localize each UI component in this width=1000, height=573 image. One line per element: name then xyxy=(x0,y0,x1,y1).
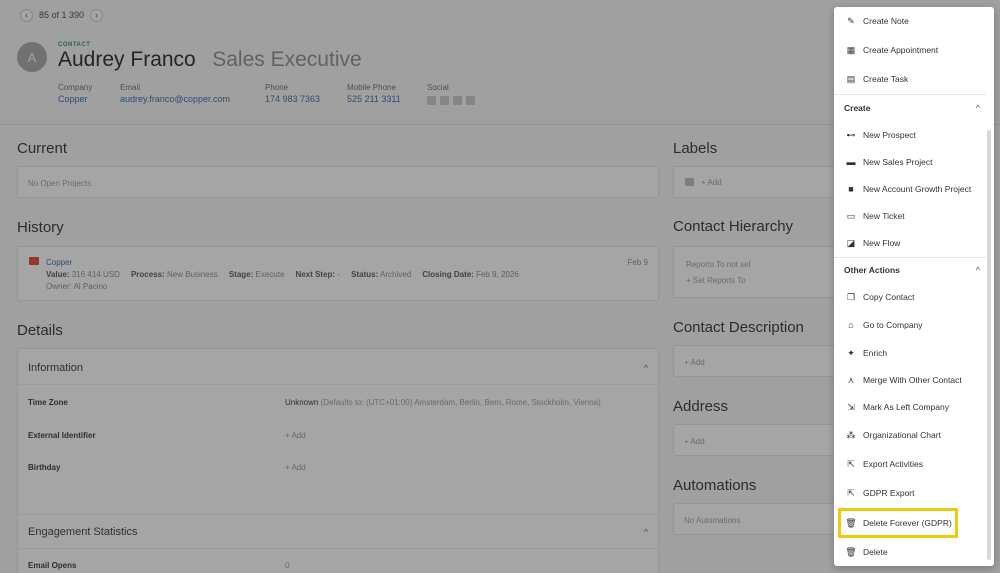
merge-contact-item[interactable]: ⋏ Merge With Other Contact xyxy=(834,370,984,390)
new-account-growth-project-item[interactable]: ■ New Account Growth Project xyxy=(834,179,984,199)
copy-icon: ❐ xyxy=(846,291,856,302)
org-chart-item[interactable]: ⁂ Organizational Chart xyxy=(834,425,984,445)
export-icon: ⇱ xyxy=(847,487,855,498)
home-icon: ⌂ xyxy=(848,319,854,330)
new-prospect-item[interactable]: ⊷ New Prospect xyxy=(834,125,984,145)
merge-icon: ⋏ xyxy=(847,374,855,385)
export-icon: ⇱ xyxy=(847,458,855,469)
left-company-icon: ⇲ xyxy=(847,401,855,412)
highlight-box xyxy=(838,508,958,538)
enrich-icon: ✦ xyxy=(847,347,855,358)
enrich-item[interactable]: ✦ Enrich xyxy=(834,343,984,363)
create-group-header[interactable]: Create ^ xyxy=(834,98,984,118)
flow-icon: ◪ xyxy=(846,237,856,248)
calendar-icon: ▦ xyxy=(846,44,856,55)
go-to-company-item[interactable]: ⌂ Go to Company xyxy=(834,315,984,335)
org-chart-icon: ⁂ xyxy=(846,429,856,440)
create-task-item[interactable]: ▤ Create Task xyxy=(834,69,984,89)
copy-contact-item[interactable]: ❐ Copy Contact xyxy=(834,287,984,307)
briefcase-icon: ■ xyxy=(848,183,854,194)
export-activities-item[interactable]: ⇱ Export Activities xyxy=(834,454,984,474)
wallet-icon: ▬ xyxy=(846,156,856,167)
other-actions-group-header[interactable]: Other Actions ^ xyxy=(834,260,984,280)
chevron-up-icon: ^ xyxy=(975,265,980,275)
actions-menu: ✎ Create Note ▦ Create Appointment ▤ Create… xyxy=(834,7,994,566)
new-ticket-item[interactable]: ▭ New Ticket xyxy=(834,206,984,226)
note-icon: ✎ xyxy=(847,15,855,26)
create-note-item[interactable]: ✎ Create Note xyxy=(834,11,984,31)
binoculars-icon: ⊷ xyxy=(846,129,856,140)
mark-left-company-item[interactable]: ⇲ Mark As Left Company xyxy=(834,397,984,417)
clipboard-icon: ▤ xyxy=(846,73,856,84)
create-appointment-item[interactable]: ▦ Create Appointment xyxy=(834,40,984,60)
chevron-up-icon: ^ xyxy=(975,103,980,113)
ticket-icon: ▭ xyxy=(846,210,856,221)
trash-icon: 🗑 xyxy=(845,546,857,557)
gdpr-export-item[interactable]: ⇱ GDPR Export xyxy=(834,483,984,503)
new-flow-item[interactable]: ◪ New Flow xyxy=(834,233,984,253)
new-sales-project-item[interactable]: ▬ New Sales Project xyxy=(834,152,984,172)
delete-item[interactable]: 🗑 Delete xyxy=(834,542,984,562)
menu-scrollbar[interactable] xyxy=(987,130,991,560)
